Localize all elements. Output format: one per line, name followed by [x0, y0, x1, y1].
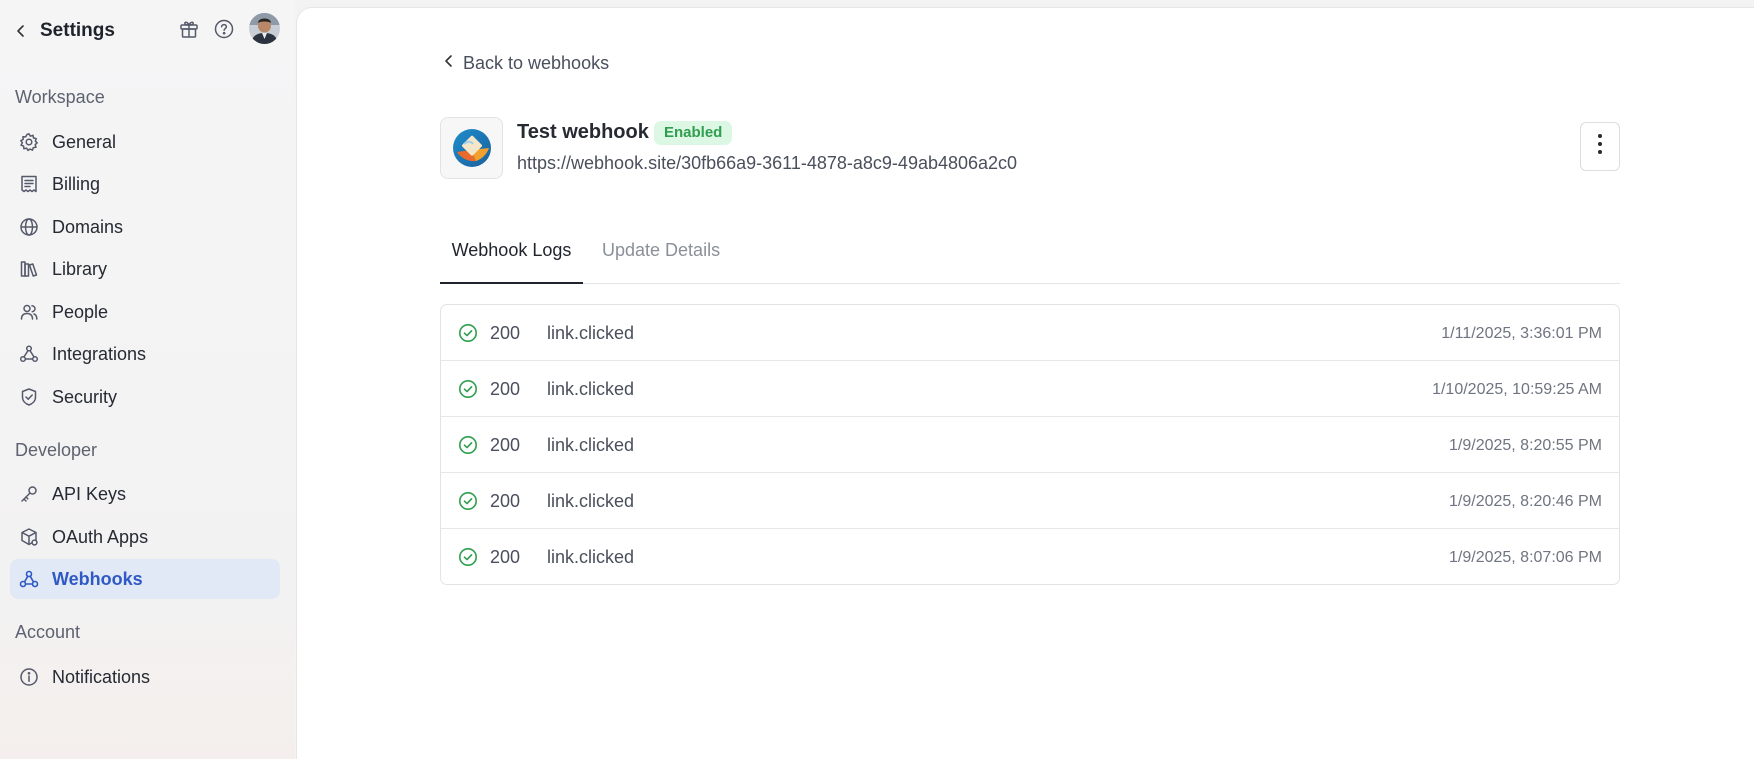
status-code: 200	[490, 379, 521, 399]
section-label-developer: Developer	[15, 440, 98, 460]
shield-icon	[19, 387, 39, 407]
sidebar-item-label: Billing	[52, 174, 101, 194]
status-code: 200	[490, 323, 521, 343]
main-panel: Back to webhooks Test webhook Enabled ht…	[296, 7, 1754, 759]
avatar[interactable]	[249, 13, 280, 44]
webhook-icon	[19, 569, 39, 589]
sidebar-item-notifications[interactable]: Notifications	[10, 657, 280, 697]
sidebar-item-library[interactable]: Library	[10, 249, 280, 289]
timestamp: 1/11/2025, 3:36:01 PM	[1441, 325, 1602, 342]
sidebar-item-integrations[interactable]: Integrations	[10, 334, 280, 374]
success-check-icon	[458, 547, 478, 567]
success-check-icon	[458, 491, 478, 511]
back-link-label: Back to webhooks	[463, 52, 610, 73]
sidebar-item-label: Domains	[52, 217, 124, 237]
event-name: link.clicked	[547, 323, 635, 343]
sidebar-item-label: Security	[52, 387, 118, 407]
help-circle-icon[interactable]	[213, 18, 235, 40]
sidebar-header: Settings	[0, 0, 295, 62]
sidebar-item-label: Notifications	[52, 667, 151, 687]
chevron-left-icon[interactable]	[10, 20, 32, 42]
timestamp: 1/10/2025, 10:59:25 AM	[1432, 381, 1602, 398]
sidebar-item-domains[interactable]: Domains	[10, 207, 280, 247]
sidebar-title: Settings	[40, 20, 115, 41]
status-code: 200	[490, 435, 521, 455]
log-row[interactable]: 200 link.clicked 1/9/2025, 8:07:06 PM	[441, 529, 1619, 584]
sidebar-item-label: OAuth Apps	[52, 527, 149, 547]
section-label-account: Account	[15, 622, 81, 642]
gear-icon	[19, 132, 39, 152]
timestamp: 1/9/2025, 8:20:46 PM	[1449, 493, 1602, 510]
key-icon	[19, 484, 39, 504]
status-code: 200	[490, 547, 521, 567]
chevron-left-icon	[443, 54, 455, 73]
settings-sidebar: Settings Workspace General Billing Domai…	[0, 0, 295, 759]
section-label-workspace: Workspace	[15, 87, 105, 107]
success-check-icon	[458, 323, 478, 343]
sidebar-item-oauth-apps[interactable]: OAuth Apps	[10, 517, 280, 557]
timestamp: 1/9/2025, 8:20:55 PM	[1449, 437, 1602, 454]
event-name: link.clicked	[547, 491, 635, 511]
log-row[interactable]: 200 link.clicked 1/9/2025, 8:20:46 PM	[441, 473, 1619, 529]
library-icon	[19, 259, 39, 279]
sidebar-item-label: Library	[52, 259, 108, 279]
tab-webhook-logs[interactable]: Webhook Logs	[440, 228, 583, 284]
gift-icon[interactable]	[178, 18, 200, 40]
tab-bar: Webhook Logs Update Details	[440, 228, 1620, 284]
sidebar-item-label: API Keys	[52, 484, 127, 504]
sidebar-item-people[interactable]: People	[10, 292, 280, 332]
status-badge: Enabled	[654, 121, 733, 145]
sidebar-item-label: Integrations	[52, 344, 147, 364]
cube-icon	[19, 527, 39, 547]
webhook-logo	[440, 117, 503, 179]
success-check-icon	[458, 435, 478, 455]
globe-icon	[19, 217, 39, 237]
sidebar-item-general[interactable]: General	[10, 122, 280, 162]
receipt-icon	[19, 174, 39, 194]
sidebar-item-api-keys[interactable]: API Keys	[10, 474, 280, 514]
event-name: link.clicked	[547, 547, 635, 567]
tab-update-details[interactable]: Update Details	[602, 228, 720, 284]
sidebar-item-label: People	[52, 302, 109, 322]
integrations-icon	[19, 344, 39, 364]
sidebar-item-webhooks[interactable]: Webhooks	[10, 559, 280, 599]
status-code: 200	[490, 491, 521, 511]
log-row[interactable]: 200 link.clicked 1/10/2025, 10:59:25 AM	[441, 361, 1619, 417]
event-name: link.clicked	[547, 379, 635, 399]
sidebar-item-billing[interactable]: Billing	[10, 164, 280, 204]
timestamp: 1/9/2025, 8:07:06 PM	[1449, 549, 1602, 566]
people-icon	[19, 302, 39, 322]
sidebar-item-label: Webhooks	[52, 569, 143, 589]
log-row[interactable]: 200 link.clicked 1/11/2025, 3:36:01 PM	[441, 305, 1619, 361]
more-vertical-icon	[1597, 133, 1603, 160]
success-check-icon	[458, 379, 478, 399]
sidebar-item-label: General	[52, 132, 117, 152]
webhook-logs-list: 200 link.clicked 1/11/2025, 3:36:01 PM 2…	[440, 304, 1620, 585]
info-circle-icon	[19, 667, 39, 687]
sidebar-item-security[interactable]: Security	[10, 377, 280, 417]
log-row[interactable]: 200 link.clicked 1/9/2025, 8:20:55 PM	[441, 417, 1619, 473]
back-to-webhooks-link[interactable]: Back to webhooks	[443, 51, 609, 75]
more-options-button[interactable]	[1580, 122, 1620, 171]
webhook-name: Test webhook	[517, 121, 649, 143]
webhook-url: https://webhook.site/30fb66a9-3611-4878-…	[517, 153, 1018, 173]
event-name: link.clicked	[547, 435, 635, 455]
